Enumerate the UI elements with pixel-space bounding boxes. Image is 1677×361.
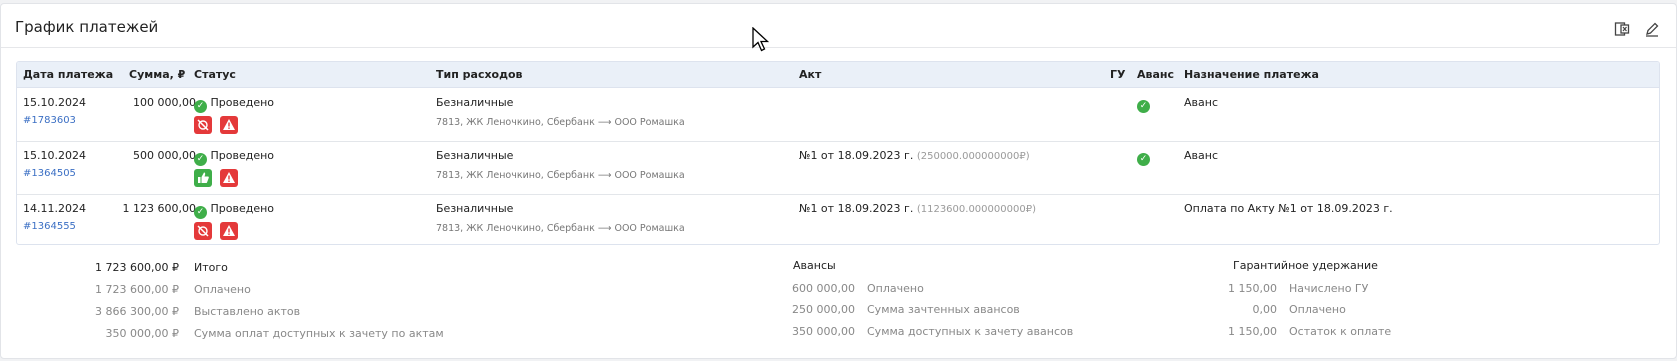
advances-paid-label: Оплачено (867, 282, 924, 295)
payment-id-link[interactable]: #1783603 (23, 115, 76, 126)
col-avans[interactable]: Аванс (1137, 68, 1174, 81)
excel-export-icon[interactable] (1613, 20, 1631, 38)
act-amount: (250000.000000000₽) (916, 151, 1030, 162)
check-circle-icon: ✓ (1137, 153, 1150, 166)
status-label: Проведено (210, 149, 275, 162)
act-cell: №1 от 18.09.2023 г. (250000.000000000₽) (799, 149, 1030, 162)
warning-icon[interactable] (220, 222, 239, 240)
guarantee-paid-label: Оплачено (1289, 303, 1346, 316)
payment-purpose: Аванс (1184, 149, 1218, 162)
payment-date: 15.10.2024 (23, 96, 86, 109)
guarantee-remaining-label: Остаток к оплате (1289, 325, 1392, 338)
act-cell: №1 от 18.09.2023 г. (1123600.000000000₽) (799, 202, 1036, 215)
payment-date: 14.11.2024 (23, 202, 86, 215)
advances-credited-label: Сумма зачтенных авансов (867, 303, 1020, 316)
mouse-cursor-icon (752, 26, 770, 57)
no-tax-icon[interactable] (194, 222, 212, 240)
payment-sum: 1 123 600,00 (122, 202, 196, 215)
payment-sum: 500 000,00 (133, 149, 196, 162)
payment-id-link[interactable]: #1364555 (23, 221, 76, 232)
guarantee-accrued-label: Начислено ГУ (1289, 282, 1369, 295)
col-status[interactable]: Статус (194, 68, 236, 81)
status-badges (194, 116, 241, 135)
check-circle-icon: ✓ (194, 153, 207, 166)
expense-type: Безналичные (436, 149, 514, 162)
guarantee-remaining-value: 1 150,00 (1228, 325, 1277, 338)
check-circle-icon: ✓ (194, 100, 207, 113)
avans-flag: ✓ (1137, 149, 1150, 166)
col-date[interactable]: Дата платежа (23, 68, 113, 81)
guarantee-paid-value: 0,00 (1252, 303, 1278, 316)
total-label: Итого (194, 261, 228, 274)
paid-label: Оплачено (194, 283, 251, 296)
advances-available-value: 350 000,00 (792, 325, 855, 338)
pencil-icon[interactable] (1643, 20, 1661, 38)
total-value: 1 723 600,00 ₽ (95, 261, 179, 274)
check-circle-icon: ✓ (1137, 100, 1150, 113)
payment-id-link[interactable]: #1364505 (23, 168, 76, 179)
paid-value: 1 723 600,00 ₽ (95, 283, 179, 296)
avans-flag: ✓ (1137, 96, 1150, 113)
available-label: Сумма оплат доступных к зачету по актам (194, 327, 444, 340)
table-row[interactable]: 15.10.2024 #1364505 500 000,00 ✓ Проведе… (17, 141, 1659, 195)
advances-credited-value: 250 000,00 (792, 303, 855, 316)
expense-route: 7813, ЖК Леночкино, Сбербанк ⟶ ООО Ромаш… (436, 223, 685, 234)
payment-purpose: Оплата по Акту №1 от 18.09.2023 г. (1184, 202, 1393, 215)
table-header: Дата платежа Сумма, ₽ Статус Тип расходо… (17, 62, 1659, 88)
advances-available-label: Сумма доступных к зачету авансов (867, 325, 1074, 338)
guarantee-heading: Гарантийное удержание (1233, 259, 1378, 272)
header-divider (1, 47, 1676, 48)
available-value: 350 000,00 ₽ (105, 327, 179, 340)
payment-schedule-card: График платежей Дата платежа Сумма, ₽ Ст… (0, 3, 1677, 359)
expense-type: Безналичные (436, 202, 514, 215)
col-sum[interactable]: Сумма, ₽ (129, 68, 185, 81)
col-purpose[interactable]: Назначение платежа (1184, 68, 1319, 81)
expense-route: 7813, ЖК Леночкино, Сбербанк ⟶ ООО Ромаш… (436, 117, 685, 128)
warning-icon[interactable] (220, 116, 239, 134)
advances-paid-value: 600 000,00 (792, 282, 855, 295)
table-row[interactable]: 14.11.2024 #1364555 1 123 600,00 ✓ Прове… (17, 194, 1659, 244)
expense-type: Безналичные (436, 96, 514, 109)
status: ✓ Проведено (194, 149, 274, 166)
status-badges (194, 169, 241, 188)
expense-route: 7813, ЖК Леночкино, Сбербанк ⟶ ООО Ромаш… (436, 170, 685, 181)
acts-value: 3 866 300,00 ₽ (95, 305, 179, 318)
status-label: Проведено (210, 202, 275, 215)
act-link[interactable]: №1 от 18.09.2023 г. (799, 202, 913, 215)
status-badges (194, 222, 241, 241)
status-label: Проведено (210, 96, 275, 109)
check-circle-icon: ✓ (194, 206, 207, 219)
warning-icon[interactable] (220, 169, 239, 187)
no-tax-icon[interactable] (194, 116, 212, 134)
status: ✓ Проведено (194, 202, 274, 219)
col-expense-type[interactable]: Тип расходов (436, 68, 523, 81)
act-amount: (1123600.000000000₽) (916, 204, 1036, 215)
table-row[interactable]: 15.10.2024 #1783603 100 000,00 ✓ Проведе… (17, 88, 1659, 142)
thumb-up-icon[interactable] (194, 169, 212, 187)
payment-purpose: Аванс (1184, 96, 1218, 109)
advances-heading: Авансы (793, 259, 836, 272)
guarantee-accrued-value: 1 150,00 (1228, 282, 1277, 295)
act-link[interactable]: №1 от 18.09.2023 г. (799, 149, 913, 162)
col-gu[interactable]: ГУ (1110, 68, 1126, 81)
payment-sum: 100 000,00 (133, 96, 196, 109)
status: ✓ Проведено (194, 96, 274, 113)
payment-date: 15.10.2024 (23, 149, 86, 162)
acts-label: Выставлено актов (194, 305, 301, 318)
payments-table: Дата платежа Сумма, ₽ Статус Тип расходо… (16, 61, 1660, 245)
page-title: График платежей (15, 18, 159, 36)
col-act[interactable]: Акт (799, 68, 821, 81)
